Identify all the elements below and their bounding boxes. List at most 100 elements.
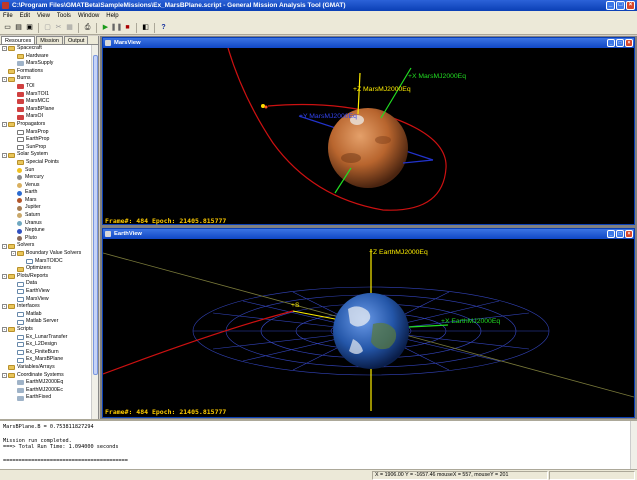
folder-icon — [17, 160, 24, 166]
tree-item[interactable]: MarsView — [0, 296, 92, 304]
toolbar-separator — [154, 22, 155, 33]
tree-item[interactable]: Formations — [0, 68, 92, 76]
tree-item[interactable]: Saturn — [0, 212, 92, 220]
tree-item[interactable]: MarsBPlane — [0, 106, 92, 114]
tree-item[interactable]: EarthMJ2000Eq — [0, 379, 92, 387]
mars-view-window[interactable]: MarsView _ □ × +Z MarsMJ2000Eq +X MarsMJ… — [102, 37, 635, 225]
cut-icon[interactable]: ✂ — [54, 23, 63, 32]
tree-expander-icon[interactable]: - — [2, 76, 7, 82]
tree-expander-icon[interactable]: - — [2, 304, 7, 310]
tree-item[interactable]: Sun — [0, 167, 92, 175]
tree-item[interactable]: TOI — [0, 83, 92, 91]
maximize-button[interactable]: □ — [616, 1, 625, 10]
tree-item[interactable]: - Propagators — [0, 121, 92, 129]
tree-item[interactable]: - Burns — [0, 75, 92, 83]
tree-item[interactable]: Mars — [0, 197, 92, 205]
tree-item[interactable]: - Solvers — [0, 242, 92, 250]
run-icon[interactable]: ▶ — [101, 23, 110, 32]
print-icon[interactable]: ⎙ — [83, 23, 92, 32]
new-file-icon[interactable]: ▭ — [3, 23, 12, 32]
tree-item[interactable]: MarsTOIDC — [0, 258, 92, 266]
tree-item-label: Burns — [17, 75, 31, 82]
tree-item[interactable]: Variables/Arrays — [0, 364, 92, 372]
tree-expander-icon[interactable]: - — [2, 327, 7, 333]
mars-view-restore-button[interactable]: □ — [616, 39, 624, 47]
tree-expander-icon[interactable]: - — [2, 122, 7, 128]
tree-item[interactable]: MarsTOI1 — [0, 91, 92, 99]
tree-scrollbar[interactable] — [91, 45, 98, 419]
tab-resources[interactable]: Resources — [1, 36, 36, 44]
message-output-area[interactable]: MarsBPlane.B = 0.753811827294 Mission run… — [0, 419, 637, 469]
plot-icon[interactable]: ◧ — [141, 23, 150, 32]
tree-item[interactable]: - Plots/Reports — [0, 273, 92, 281]
tree-item[interactable]: - Spacecraft — [0, 45, 92, 53]
open-file-icon[interactable]: ▤ — [14, 23, 23, 32]
tree-item[interactable]: EarthView — [0, 288, 92, 296]
tree-item[interactable]: Ex_FiniteBurn — [0, 349, 92, 357]
tree-item[interactable]: Ex_MarsBPlane — [0, 356, 92, 364]
stop-icon[interactable]: ■ — [123, 23, 132, 32]
tree-expander-icon[interactable]: - — [2, 243, 7, 249]
tree-item[interactable]: EarthFixed — [0, 394, 92, 402]
tree-item[interactable]: Data — [0, 280, 92, 288]
tree-item[interactable]: EarthProp — [0, 136, 92, 144]
scrollbar-thumb[interactable] — [93, 55, 98, 375]
mars-view-close-button[interactable]: × — [625, 39, 633, 47]
tree-item[interactable]: SunProp — [0, 144, 92, 152]
tree-item[interactable]: MarsSupply — [0, 60, 92, 68]
tree-item[interactable]: Optimizers — [0, 265, 92, 273]
tree-expander-icon[interactable]: - — [2, 152, 7, 158]
tree-item[interactable]: - Scripts — [0, 326, 92, 334]
tree-item[interactable]: Earth — [0, 189, 92, 197]
tab-mission[interactable]: Mission — [36, 36, 63, 44]
tree-item[interactable]: - Interfaces — [0, 303, 92, 311]
tree-item[interactable]: Ex_LunarTransfer — [0, 334, 92, 342]
tree-expander-icon[interactable]: - — [2, 372, 7, 378]
menu-tools[interactable]: Tools — [57, 11, 71, 21]
help-icon[interactable]: ? — [159, 23, 168, 32]
tree-item[interactable]: Special Points — [0, 159, 92, 167]
minimize-button[interactable]: _ — [606, 1, 615, 10]
output-scrollbar[interactable] — [630, 421, 637, 469]
pause-icon[interactable]: ❚❚ — [111, 23, 123, 32]
earth-view-canvas[interactable]: +Z EarthMJ2000Eq +X EarthMJ2000Eq +S — [103, 239, 634, 417]
tree-item[interactable]: - Coordinate Systems — [0, 372, 92, 380]
burn-icon — [17, 84, 24, 90]
mars-view-minimize-button[interactable]: _ — [607, 39, 615, 47]
tree-item[interactable]: Ex_L2Design — [0, 341, 92, 349]
tree-item[interactable]: - Boundary Value Solvers — [0, 250, 92, 258]
tree-item[interactable]: - Solar System — [0, 151, 92, 159]
tree-item[interactable]: MarsOI — [0, 113, 92, 121]
close-button[interactable]: × — [626, 1, 635, 10]
menu-edit[interactable]: Edit — [20, 11, 30, 21]
tree-item[interactable]: Hardware — [0, 53, 92, 61]
tree-item[interactable]: EarthMJ2000Ec — [0, 387, 92, 395]
save-icon[interactable]: ▣ — [25, 23, 34, 32]
tree-item[interactable]: MarsMCC — [0, 98, 92, 106]
earth-view-window[interactable]: EarthView _ □ × +Z EarthMJ2000Eq +X Eart… — [102, 228, 635, 418]
menu-view[interactable]: View — [37, 11, 50, 21]
tree-expander-icon[interactable]: - — [11, 251, 16, 257]
mars-view-canvas[interactable]: +Z MarsMJ2000Eq +X MarsMJ2000Eq +Y MarsM… — [103, 48, 634, 224]
earth-view-restore-button[interactable]: □ — [616, 230, 624, 238]
tree-item[interactable]: Neptune — [0, 227, 92, 235]
menu-help[interactable]: Help — [106, 11, 118, 21]
earth-view-close-button[interactable]: × — [625, 230, 633, 238]
tree-item[interactable]: Matlab — [0, 311, 92, 319]
tree-item[interactable]: MarsProp — [0, 129, 92, 137]
tree-expander-icon[interactable]: - — [2, 46, 7, 52]
menu-file[interactable]: File — [3, 11, 13, 21]
menu-window[interactable]: Window — [78, 11, 99, 21]
tree-item[interactable]: Jupiter — [0, 204, 92, 212]
earth-view-minimize-button[interactable]: _ — [607, 230, 615, 238]
tree-item[interactable]: Uranus — [0, 220, 92, 228]
tree-expander-icon[interactable]: - — [2, 274, 7, 280]
copy-icon[interactable]: ▢ — [43, 23, 52, 32]
mars-view-title: MarsView — [114, 40, 141, 46]
tree-item[interactable]: Matlab Server — [0, 318, 92, 326]
paste-icon[interactable]: ▦ — [65, 23, 74, 32]
tab-output[interactable]: Output — [63, 36, 89, 44]
tree-item[interactable]: Mercury — [0, 174, 92, 182]
tree-item[interactable]: Pluto — [0, 235, 92, 243]
tree-item[interactable]: Venus — [0, 182, 92, 190]
